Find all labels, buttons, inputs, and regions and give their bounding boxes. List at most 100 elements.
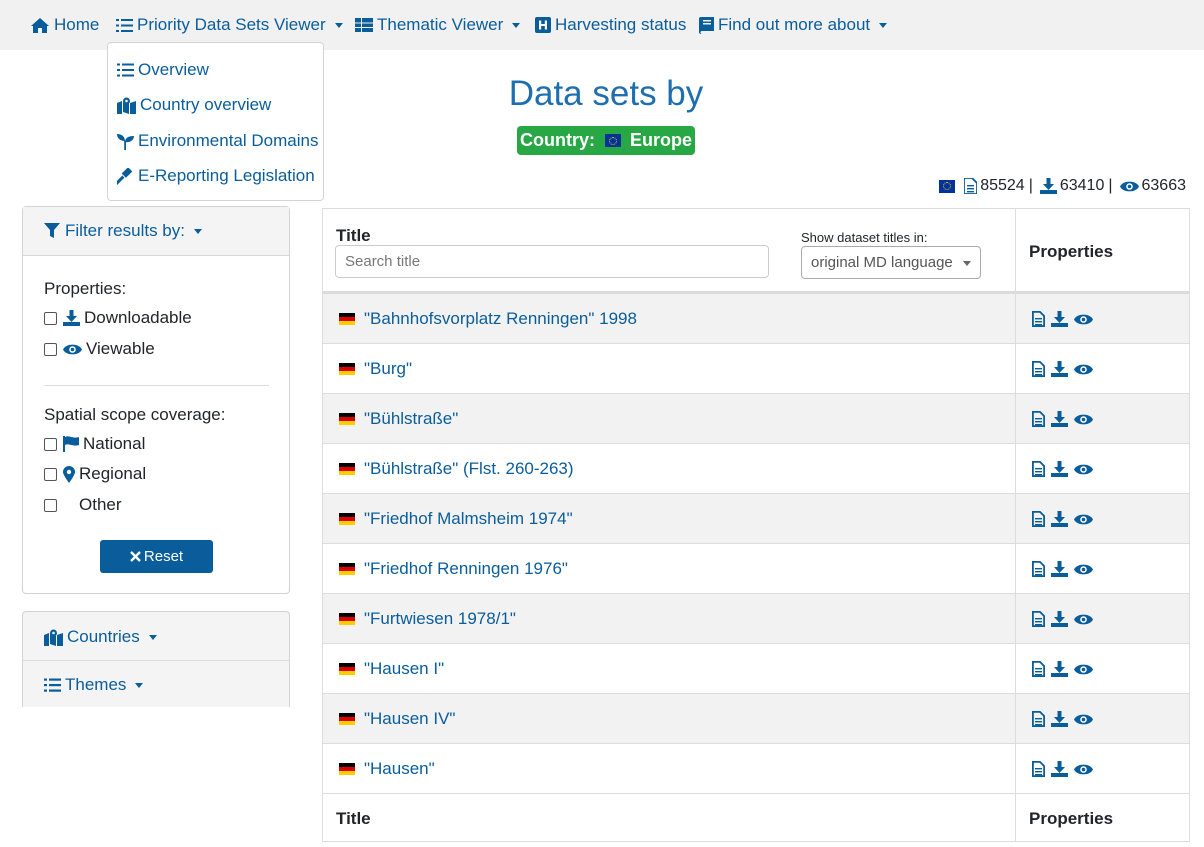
- dataset-properties: [1032, 444, 1099, 494]
- filter-header-label: Filter results by:: [65, 221, 185, 240]
- regional-checkbox[interactable]: [44, 467, 57, 481]
- nav-thematic-viewer[interactable]: Thematic Viewer: [355, 13, 521, 37]
- dataset-properties: [1032, 394, 1099, 444]
- facet-countries[interactable]: Countries: [44, 625, 157, 649]
- download-icon[interactable]: [1051, 461, 1068, 477]
- dataset-title-link[interactable]: "Burg": [339, 344, 412, 394]
- dropdown-env-domains-label: Environmental Domains: [138, 131, 319, 150]
- dataset-title-link[interactable]: "Furtwiesen 1978/1": [339, 594, 516, 644]
- metadata-file-icon[interactable]: [1032, 361, 1045, 377]
- list-ol-icon: [117, 62, 134, 78]
- dataset-title-link[interactable]: "Hausen IV": [339, 694, 455, 744]
- metadata-file-icon[interactable]: [1032, 761, 1045, 777]
- dataset-properties: [1032, 744, 1099, 794]
- nav-find-out-more[interactable]: Find out more about: [699, 13, 888, 37]
- map-marker-icon: [63, 465, 75, 483]
- dataset-title-link[interactable]: "Hausen": [339, 744, 435, 794]
- language-select[interactable]: original MD language: [801, 246, 981, 279]
- download-icon[interactable]: [1051, 361, 1068, 377]
- chevron-down-icon: [963, 261, 971, 266]
- metadata-file-icon[interactable]: [1032, 311, 1045, 327]
- dropdown-item-ereporting-legislation[interactable]: E-Reporting Legislation: [117, 165, 315, 187]
- filter-panel: Filter results by: Properties: Downloada…: [22, 206, 290, 594]
- download-icon[interactable]: [1051, 511, 1068, 527]
- dataset-properties: [1032, 694, 1099, 744]
- badge-value: Europe: [629, 130, 692, 150]
- close-icon: [130, 551, 141, 562]
- eye-icon[interactable]: [1074, 463, 1093, 476]
- eye-icon[interactable]: [1074, 363, 1093, 376]
- column-separator: [1015, 209, 1016, 841]
- national-checkbox[interactable]: [44, 437, 57, 451]
- germany-flag-icon: [339, 563, 355, 575]
- dataset-title: "Bühlstraße" (Flst. 260-263): [364, 459, 574, 478]
- table-row: "Hausen IV": [323, 693, 1189, 743]
- language-label: Show dataset titles in:: [801, 230, 928, 245]
- eye-icon[interactable]: [1074, 563, 1093, 576]
- filter-header[interactable]: Filter results by:: [23, 207, 289, 256]
- germany-flag-icon: [339, 313, 355, 325]
- metadata-file-icon[interactable]: [1032, 711, 1045, 727]
- metadata-file-icon[interactable]: [1032, 511, 1045, 527]
- table-row: "Bühlstraße" (Flst. 260-263): [323, 443, 1189, 493]
- eye-icon[interactable]: [1074, 313, 1093, 326]
- download-icon[interactable]: [1051, 611, 1068, 627]
- download-icon: [1039, 178, 1057, 194]
- reset-button[interactable]: Reset: [100, 540, 213, 573]
- filter-viewable[interactable]: Viewable: [44, 338, 155, 360]
- table-row: "Hausen": [323, 743, 1189, 793]
- filter-regional[interactable]: Regional: [44, 463, 146, 485]
- dataset-title-link[interactable]: "Friedhof Renningen 1976": [339, 544, 568, 594]
- metadata-file-icon[interactable]: [1032, 611, 1045, 627]
- germany-flag-icon: [339, 713, 355, 725]
- metadata-file-icon[interactable]: [1032, 661, 1045, 677]
- dataset-title-link[interactable]: "Bahnhofsvorplatz Renningen" 1998: [339, 294, 637, 344]
- metadata-file-icon[interactable]: [1032, 561, 1045, 577]
- column-title-header: Title: [336, 226, 371, 245]
- metadata-file-icon[interactable]: [1032, 461, 1045, 477]
- eye-icon[interactable]: [1074, 613, 1093, 626]
- filter-national[interactable]: National: [44, 433, 145, 455]
- download-icon[interactable]: [1051, 311, 1068, 327]
- national-label: National: [83, 434, 146, 453]
- filter-downloadable[interactable]: Downloadable: [44, 307, 192, 329]
- chevron-down-icon: [148, 634, 157, 640]
- dropdown-overview-label: Overview: [138, 60, 209, 79]
- download-icon[interactable]: [1051, 561, 1068, 577]
- downloadable-label: Downloadable: [84, 308, 192, 327]
- nav-home[interactable]: Home: [30, 13, 99, 37]
- table-footer: Title Properties: [323, 793, 1189, 841]
- other-checkbox[interactable]: [44, 498, 57, 512]
- eye-icon[interactable]: [1074, 663, 1093, 676]
- properties-label: Properties:: [44, 279, 127, 298]
- download-icon[interactable]: [1051, 661, 1068, 677]
- metadata-file-icon[interactable]: [1032, 411, 1045, 427]
- nav-priority-viewer[interactable]: Priority Data Sets Viewer: [116, 13, 343, 37]
- nav-home-label: Home: [54, 15, 100, 34]
- dropdown-item-environmental-domains[interactable]: Environmental Domains: [117, 130, 318, 152]
- dataset-title-link[interactable]: "Bühlstraße": [339, 394, 458, 444]
- eye-icon[interactable]: [1074, 513, 1093, 526]
- dataset-title: "Bühlstraße": [364, 409, 459, 428]
- download-icon[interactable]: [1051, 411, 1068, 427]
- nav-harvesting-status[interactable]: Harvesting status: [535, 13, 686, 37]
- dataset-title-link[interactable]: "Friedhof Malmsheim 1974": [339, 494, 573, 544]
- footer-title-header: Title: [336, 809, 371, 828]
- dropdown-item-overview[interactable]: Overview: [117, 59, 209, 81]
- eye-icon[interactable]: [1074, 763, 1093, 776]
- facet-themes[interactable]: Themes: [44, 673, 144, 697]
- dataset-title: "Hausen I": [364, 659, 445, 678]
- download-icon[interactable]: [1051, 711, 1068, 727]
- reset-label: Reset: [143, 548, 184, 565]
- dataset-title-link[interactable]: "Hausen I": [339, 644, 444, 694]
- eye-icon[interactable]: [1074, 413, 1093, 426]
- download-icon[interactable]: [1051, 761, 1068, 777]
- downloadable-checkbox[interactable]: [44, 311, 57, 325]
- filter-icon: [44, 223, 60, 239]
- filter-other[interactable]: Other: [44, 494, 122, 516]
- dropdown-item-country-overview[interactable]: Country overview: [117, 94, 271, 116]
- search-title-input[interactable]: [335, 245, 769, 278]
- dataset-title-link[interactable]: "Bühlstraße" (Flst. 260-263): [339, 444, 574, 494]
- eye-icon[interactable]: [1074, 713, 1093, 726]
- viewable-checkbox[interactable]: [44, 342, 57, 356]
